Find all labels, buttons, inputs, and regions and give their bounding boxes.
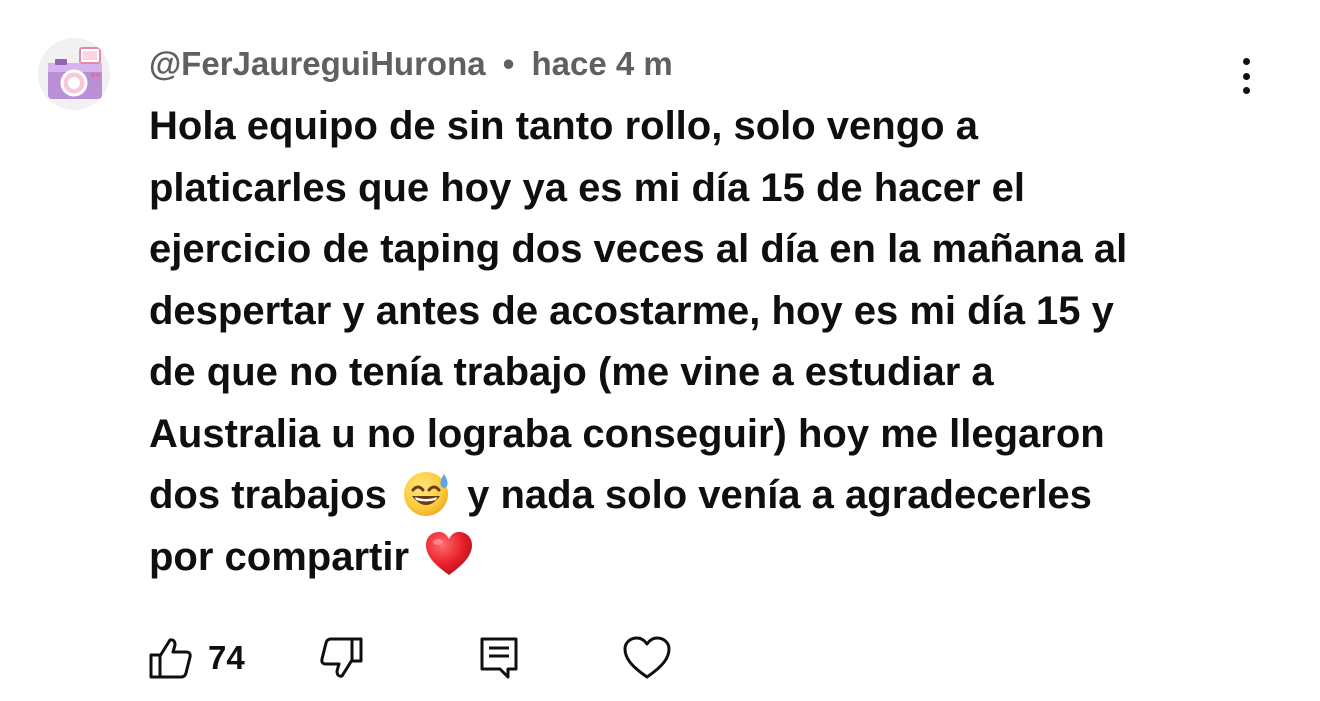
more-vertical-icon[interactable] (1228, 54, 1264, 98)
comment-line-part: y nada solo venía a agradecerles (467, 473, 1092, 517)
comment-line-part: por compartir (149, 534, 410, 579)
author-avatar[interactable] (38, 38, 110, 110)
reply-comment-icon (480, 637, 518, 679)
more-dot (1242, 58, 1250, 65)
comment-line: Australia u no lograba conseguir) hoy me… (149, 411, 1105, 456)
comment-line: por compartir (149, 527, 1229, 589)
reply-button[interactable] (476, 628, 522, 688)
thumbs-down-icon (320, 637, 363, 678)
comment-line: Hola equipo de sin tanto rollo, solo ven… (149, 104, 978, 148)
comment-timestamp[interactable]: hace 4 m (531, 45, 672, 82)
like-count: 74 (208, 639, 245, 676)
heart-icon (623, 636, 671, 679)
more-dot (1242, 72, 1250, 80)
comment-header: @FerJaureguiHurona • hace 4 m (149, 44, 673, 84)
thumbs-up-icon (149, 638, 192, 679)
more-dot (1242, 87, 1250, 94)
comment-line: despertar y antes de acostarme, hoy es m… (149, 288, 1114, 333)
comment-line: platicarles que hoy ya es mi día 15 de h… (149, 165, 1025, 210)
comment-line: dos trabajos y nada solo venía a agradec… (149, 465, 1229, 527)
dislike-button[interactable] (318, 628, 364, 688)
like-button[interactable]: 74 (148, 628, 245, 688)
comment-line: ejercicio de taping dos veces al día en … (149, 227, 1128, 271)
header-separator: • (502, 45, 515, 82)
comment-line: de que no tenía trabajo (me vine a estud… (149, 350, 994, 394)
comment-text: Hola equipo de sin tanto rollo, solo ven… (149, 96, 1229, 588)
comment-line-part: dos trabajos (149, 473, 387, 517)
author-handle[interactable]: @FerJaureguiHurona (149, 45, 486, 82)
sweat-smile-emoji-icon (403, 472, 448, 517)
red-heart-emoji-icon (426, 531, 473, 575)
comment-actions: 74 (148, 628, 748, 688)
comment-card: @FerJaureguiHurona • hace 4 m Hola equip… (0, 0, 1320, 701)
camera-avatar-icon (38, 38, 110, 110)
heart-button[interactable] (622, 628, 672, 688)
